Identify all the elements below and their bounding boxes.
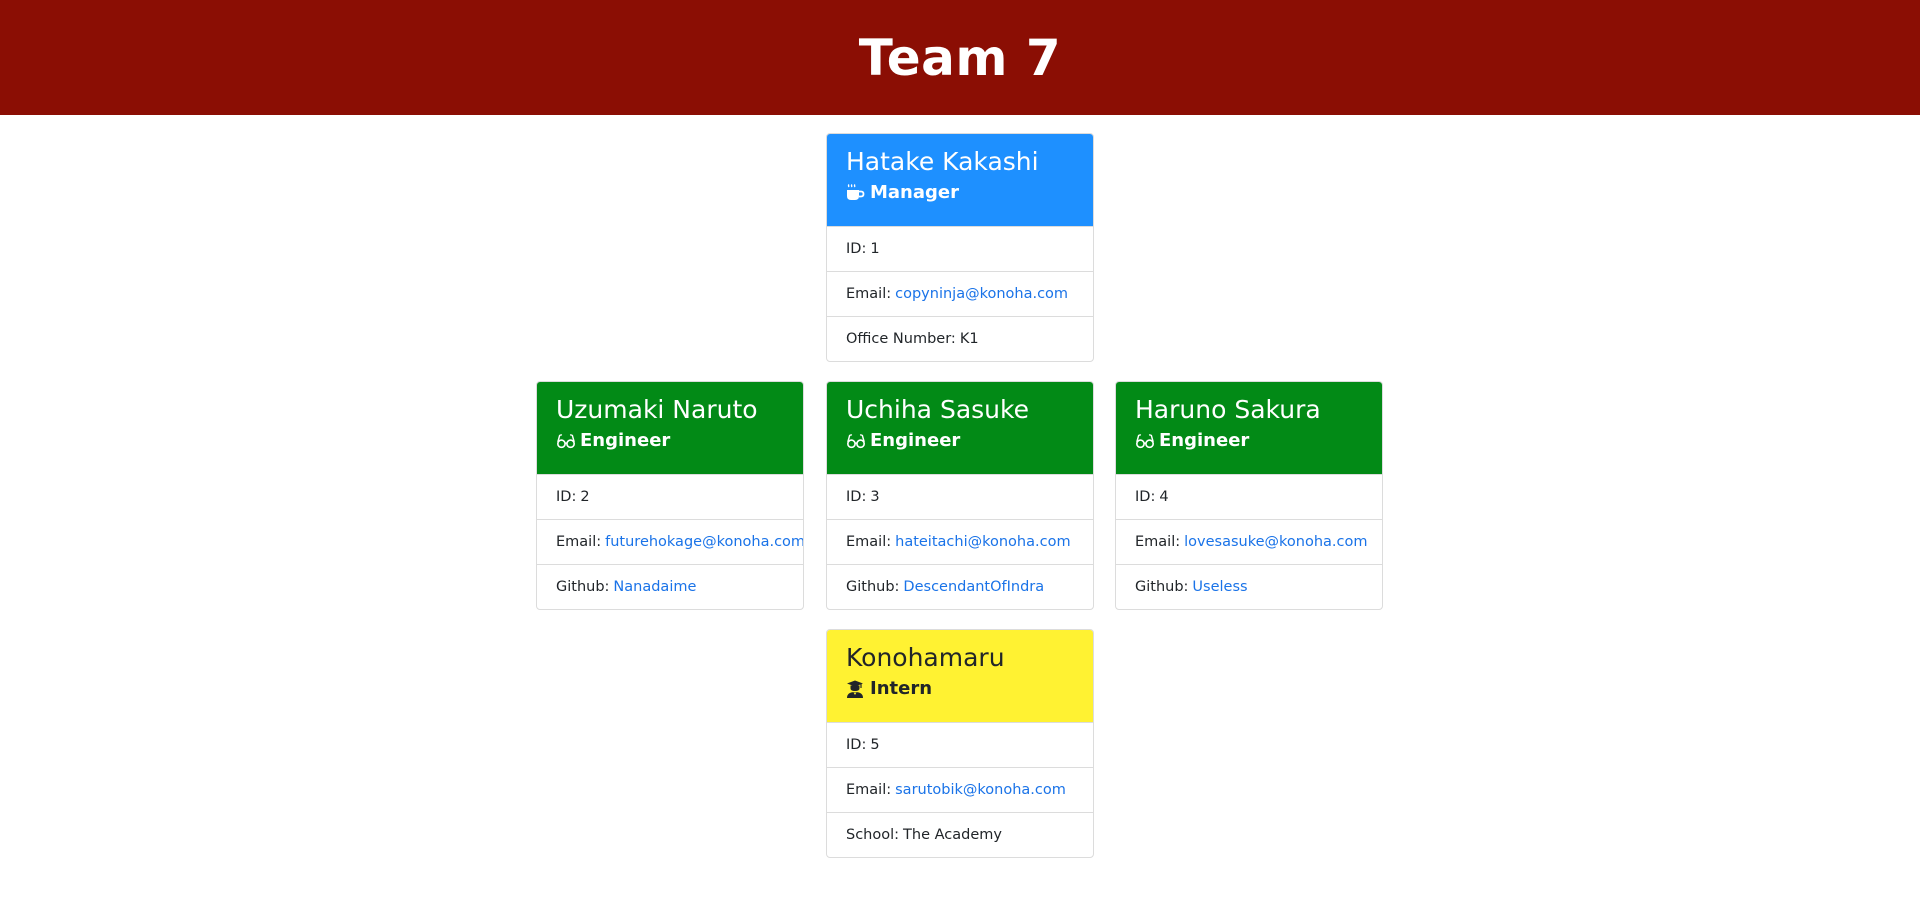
employee-name: Hatake Kakashi — [846, 147, 1039, 176]
office-number-label: Office Number: — [846, 331, 956, 347]
employee-role: Intern — [846, 678, 1074, 700]
employee-name: Haruno Sakura — [1135, 395, 1321, 424]
id-row: ID: 4 — [1116, 474, 1382, 519]
manager-card: Hatake Kakashi Manager ID: 1 Email: copy… — [826, 133, 1094, 362]
office-number-value: K1 — [959, 331, 979, 347]
card-header: Konohamaru Intern — [827, 630, 1093, 722]
graduate-icon — [846, 680, 866, 698]
id-value: 1 — [870, 241, 880, 257]
intern-card: Konohamaru Intern ID: 5 Email: sarutobik… — [826, 629, 1094, 858]
role-label: Intern — [870, 678, 933, 699]
id-row: ID: 5 — [827, 722, 1093, 767]
email-label: Email: — [846, 782, 892, 798]
office-number-row: Office Number: K1 — [827, 316, 1093, 361]
github-link[interactable]: Useless — [1192, 579, 1247, 595]
github-row: Github: Nanadaime — [537, 564, 803, 609]
email-link[interactable]: sarutobik@konoha.com — [895, 782, 1066, 798]
employee-name: Uchiha Sasuke — [846, 395, 1029, 424]
email-row: Email: copyninja@konoha.com — [827, 271, 1093, 316]
github-label: Github: — [846, 579, 900, 595]
github-row: Github: DescendantOfIndra — [827, 564, 1093, 609]
id-label: ID: — [846, 737, 867, 753]
id-value: 4 — [1159, 489, 1169, 505]
github-link[interactable]: DescendantOfIndra — [903, 579, 1044, 595]
employee-role: Engineer — [1135, 430, 1363, 452]
id-label: ID: — [846, 489, 867, 505]
school-value: The Academy — [903, 827, 1002, 843]
email-label: Email: — [846, 286, 892, 302]
role-label: Manager — [870, 182, 959, 203]
id-label: ID: — [1135, 489, 1156, 505]
engineer-card: Haruno Sakura Engineer ID: 4 Email: love… — [1115, 381, 1383, 610]
id-row: ID: 3 — [827, 474, 1093, 519]
email-row: Email: futurehokage@konoha.com — [537, 519, 803, 564]
github-label: Github: — [1135, 579, 1189, 595]
github-link[interactable]: Nanadaime — [613, 579, 696, 595]
email-link[interactable]: hateitachi@konoha.com — [895, 534, 1070, 550]
page-title: Team 7 — [858, 28, 1062, 87]
card-header: Uchiha Sasuke Engineer — [827, 382, 1093, 474]
mug-icon — [846, 184, 866, 202]
card-header: Uzumaki Naruto Engineer — [537, 382, 803, 474]
github-row: Github: Useless — [1116, 564, 1382, 609]
email-link[interactable]: copyninja@konoha.com — [895, 286, 1068, 302]
page-header: Team 7 — [0, 0, 1920, 115]
email-link[interactable]: futurehokage@konoha.com — [605, 534, 803, 550]
card-header: Hatake Kakashi Manager — [827, 134, 1093, 226]
role-label: Engineer — [1159, 430, 1250, 451]
email-row: Email: hateitachi@konoha.com — [827, 519, 1093, 564]
employee-name: Konohamaru — [846, 643, 1005, 672]
employee-role: Manager — [846, 182, 1074, 204]
role-label: Engineer — [580, 430, 671, 451]
id-row: ID: 1 — [827, 226, 1093, 271]
engineer-card: Uchiha Sasuke Engineer ID: 3 Email: hate… — [826, 381, 1094, 610]
email-row: Email: sarutobik@konoha.com — [827, 767, 1093, 812]
email-label: Email: — [846, 534, 892, 550]
role-label: Engineer — [870, 430, 961, 451]
glasses-icon — [1135, 432, 1155, 450]
email-row: Email: lovesasuke@konoha.com — [1116, 519, 1382, 564]
employee-role: Engineer — [556, 430, 784, 452]
id-label: ID: — [556, 489, 577, 505]
id-value: 2 — [580, 489, 590, 505]
email-link[interactable]: lovesasuke@konoha.com — [1184, 534, 1367, 550]
card-header: Haruno Sakura Engineer — [1116, 382, 1382, 474]
id-value: 5 — [870, 737, 880, 753]
glasses-icon — [556, 432, 576, 450]
id-row: ID: 2 — [537, 474, 803, 519]
employee-name: Uzumaki Naruto — [556, 395, 758, 424]
school-label: School: — [846, 827, 900, 843]
school-row: School: The Academy — [827, 812, 1093, 857]
id-label: ID: — [846, 241, 867, 257]
id-value: 3 — [870, 489, 880, 505]
employee-role: Engineer — [846, 430, 1074, 452]
email-label: Email: — [1135, 534, 1181, 550]
engineer-card: Uzumaki Naruto Engineer ID: 2 Email: fut… — [536, 381, 804, 610]
github-label: Github: — [556, 579, 610, 595]
email-label: Email: — [556, 534, 602, 550]
glasses-icon — [846, 432, 866, 450]
